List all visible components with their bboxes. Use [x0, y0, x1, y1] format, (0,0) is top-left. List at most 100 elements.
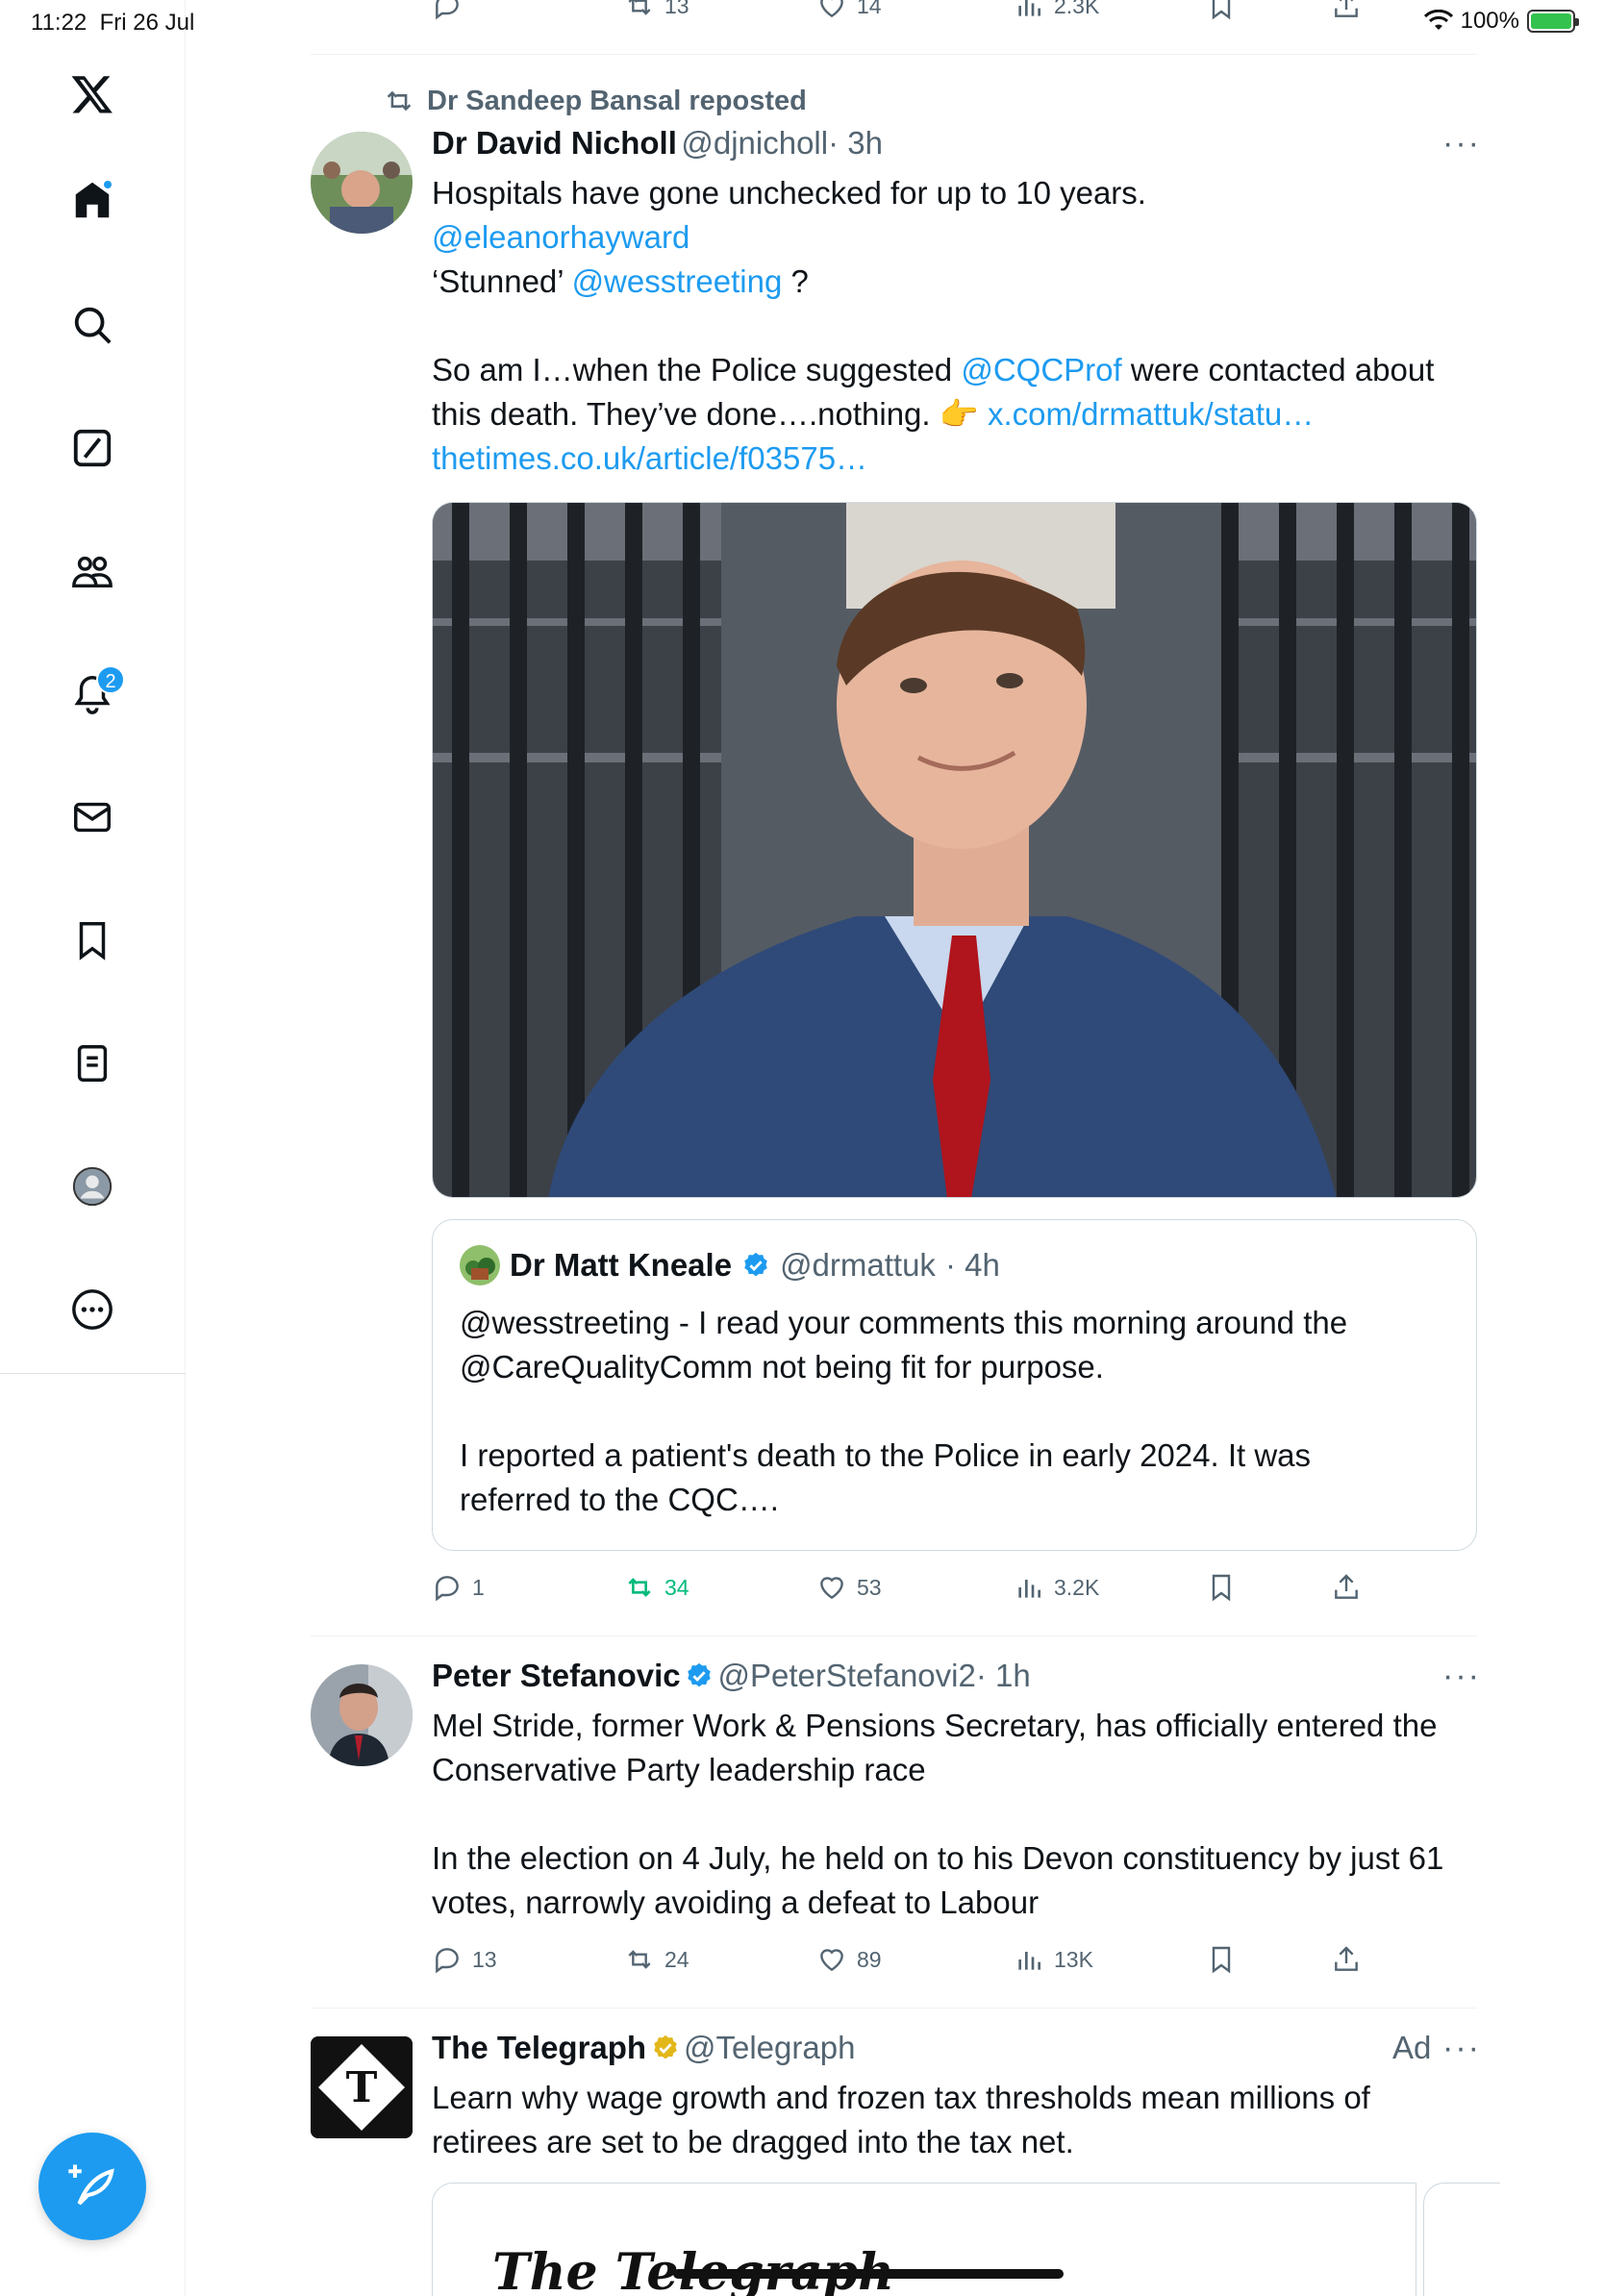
more-options-icon[interactable]: ···	[1442, 1658, 1481, 1695]
repost-label[interactable]: Dr Sandeep Bansal reposted	[427, 86, 807, 117]
sidebar-item-notifications[interactable]: 2	[58, 660, 127, 729]
views-button[interactable]: 13K	[1014, 1940, 1093, 1979]
quote-body: @wesstreeting - I read your comments thi…	[460, 1301, 1460, 1522]
sidebar-item-grok[interactable]	[58, 413, 127, 483]
tweet-time: · 4h	[944, 1247, 1000, 1283]
mention-link[interactable]: @eleanorhayward	[432, 219, 689, 255]
verified-gold-badge-icon	[653, 2034, 677, 2059]
reply-icon	[436, 1576, 459, 1602]
author-handle: @drmattuk	[780, 1247, 936, 1283]
tweet-text-span: So am I…when the Police suggested	[432, 352, 962, 387]
share-button[interactable]	[1331, 1568, 1362, 1607]
reply-count: 1	[472, 1574, 485, 1600]
tweet-header: Peter Stefanovic @PeterStefanovi2· 1h	[432, 1658, 1031, 1694]
tweet-media-photo[interactable]	[432, 502, 1477, 1198]
more-options-icon[interactable]: ···	[1442, 2030, 1481, 2067]
like-count: 53	[857, 1574, 882, 1600]
share-icon	[1335, 1574, 1358, 1599]
reply-button[interactable]: 1	[432, 1568, 485, 1607]
unread-dot	[102, 179, 113, 190]
views-icon	[1018, 1952, 1040, 1970]
author-name[interactable]: Peter Stefanovic	[432, 1658, 681, 1693]
repost-icon	[387, 90, 412, 112]
more-options-icon[interactable]: ···	[1442, 125, 1481, 162]
tweet-line: Conservative Party leadership race	[432, 1752, 926, 1787]
verified-badge-icon	[688, 1662, 711, 1687]
sidebar-item-communities[interactable]	[58, 537, 127, 606]
profile-avatar-icon	[72, 1166, 113, 1207]
author-handle[interactable]: @PeterStefanovi2	[718, 1658, 976, 1693]
tweet-text-span: this death. They’ve done….nothing. 👉	[432, 396, 988, 432]
avatar[interactable]	[311, 1664, 413, 1766]
tweet-text-span: ‘Stunned’	[432, 263, 572, 299]
sidebar: 2	[0, 0, 186, 2296]
bookmark-icon	[1212, 1574, 1231, 1602]
x-logo-icon[interactable]	[58, 60, 127, 129]
tweet-time[interactable]: · 1h	[976, 1658, 1031, 1693]
tweet-line: @wesstreeting - I read your comments thi…	[460, 1305, 1348, 1340]
heart-icon	[820, 1949, 843, 1972]
home-indicator[interactable]	[673, 2269, 1064, 2279]
repost-context: Dr Sandeep Bansal reposted	[383, 85, 807, 117]
repost-button[interactable]: 24	[624, 1940, 689, 1979]
repost-icon	[628, 1950, 651, 1969]
author-handle[interactable]: @Telegraph	[684, 2030, 855, 2065]
svg-text:T: T	[346, 2063, 378, 2112]
tweet-header: Dr David Nicholl @djnicholl· 3h	[432, 125, 883, 162]
tweet-text-span: were contacted about	[1121, 352, 1435, 387]
url-link[interactable]: thetimes.co.uk/article/f03575…	[432, 440, 867, 476]
bookmark-button[interactable]	[1206, 1940, 1237, 1979]
reply-button[interactable]: 13	[432, 1940, 497, 1979]
mention-link[interactable]: @wesstreeting	[572, 263, 783, 299]
author-handle[interactable]: @djnicholl	[681, 125, 828, 161]
grok-icon	[73, 429, 112, 467]
mention-link[interactable]: @CQCProf	[961, 352, 1121, 387]
clock-date: Fri 26 Jul	[99, 10, 195, 36]
bookmark-icon	[79, 922, 106, 961]
sidebar-item-home[interactable]	[58, 165, 127, 235]
quote-header: Dr Matt Kneale @drmattuk · 4h	[460, 1245, 1000, 1285]
sidebar-item-more[interactable]	[58, 1275, 127, 1344]
sidebar-divider	[0, 1373, 186, 1374]
tweet-actions: 13 24 89 13K	[432, 1940, 1393, 1979]
views-button[interactable]: 3.2K	[1014, 1568, 1099, 1607]
views-count: 3.2K	[1054, 1574, 1100, 1600]
clock-time: 11:22	[31, 10, 88, 36]
author-name[interactable]: The Telegraph	[432, 2030, 646, 2065]
notification-badge: 2	[96, 665, 125, 694]
reply-count: 13	[472, 1946, 497, 1972]
tweet-header: The Telegraph @Telegraph	[432, 2030, 855, 2066]
verified-badge-icon	[744, 1252, 767, 1277]
communities-icon	[72, 556, 113, 588]
ad-media-card[interactable]: The Telegraph	[432, 2183, 1416, 2296]
sidebar-item-lists[interactable]	[58, 1029, 127, 1098]
like-button[interactable]: 89	[816, 1940, 882, 1979]
repost-count: 34	[664, 1574, 689, 1600]
compose-post-button[interactable]	[38, 2133, 146, 2240]
like-count: 89	[857, 1946, 882, 1972]
repost-button[interactable]: 34	[624, 1568, 689, 1607]
sidebar-item-search[interactable]	[58, 290, 127, 360]
author-name[interactable]: Dr David Nicholl	[432, 125, 677, 161]
quoted-tweet[interactable]: Dr Matt Kneale @drmattuk · 4h @wesstreeti…	[432, 1219, 1477, 1551]
avatar[interactable]	[311, 132, 413, 234]
like-button[interactable]: 53	[816, 1568, 882, 1607]
tweet-line: In the election on 4 July, he held on to…	[432, 1840, 1444, 1876]
ad-media-card-next[interactable]	[1423, 2183, 1500, 2296]
repost-count: 24	[664, 1946, 689, 1972]
sidebar-item-profile[interactable]	[58, 1152, 127, 1221]
avatar	[460, 1245, 500, 1285]
sidebar-item-messages[interactable]	[58, 783, 127, 852]
share-button[interactable]	[1331, 1940, 1362, 1979]
bookmark-icon	[1212, 1946, 1231, 1974]
more-circle-icon	[72, 1289, 113, 1330]
sidebar-item-bookmarks[interactable]	[58, 906, 127, 975]
tweet-actions: 1 34 53 3.2K	[432, 1568, 1393, 1607]
tweet-time[interactable]: · 3h	[828, 125, 883, 161]
lists-icon	[77, 1045, 108, 1082]
avatar[interactable]: T	[311, 2036, 413, 2138]
url-link[interactable]: x.com/drmattuk/statu…	[988, 396, 1314, 432]
feather-plus-icon	[68, 2164, 114, 2206]
tweet-line: retirees are set to be dragged into the …	[432, 2124, 1074, 2159]
bookmark-button[interactable]	[1206, 1568, 1237, 1607]
